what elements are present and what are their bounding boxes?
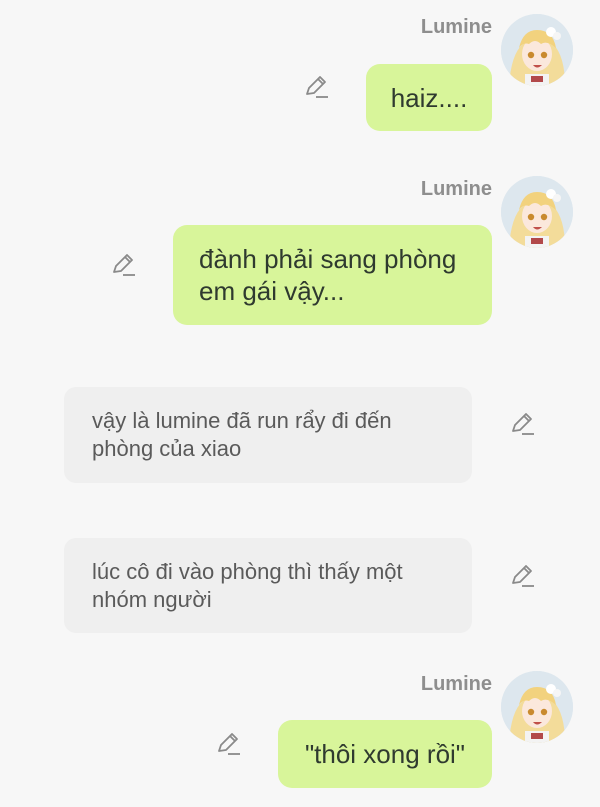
user-message-bubble: haiz....	[366, 64, 492, 131]
narration-bubble: lúc cô đi vào phòng thì thấy một nhóm ng…	[64, 538, 472, 633]
message-text: lúc cô đi vào phòng thì thấy một nhóm ng…	[92, 559, 403, 612]
lumine-avatar-image	[501, 176, 573, 248]
avatar[interactable]	[501, 671, 573, 743]
pencil-edit-icon[interactable]	[215, 731, 241, 757]
user-message-bubble: đành phải sang phòng em gái vậy...	[173, 225, 492, 325]
narration-bubble: vậy là lumine đã run rẩy đi đến phòng củ…	[64, 387, 472, 483]
pencil-edit-icon[interactable]	[303, 74, 329, 100]
lumine-avatar-image	[501, 14, 573, 86]
message-author: Lumine	[420, 16, 492, 38]
message-text: haiz....	[390, 83, 468, 113]
avatar[interactable]	[501, 14, 573, 86]
pencil-edit-icon[interactable]	[509, 563, 535, 589]
pencil-edit-icon[interactable]	[509, 411, 535, 437]
message-text: vậy là lumine đã run rẩy đi đến phòng củ…	[92, 408, 392, 461]
lumine-avatar-image	[501, 671, 573, 743]
message-text: "thôi xong rồi"	[304, 739, 466, 769]
message-text: đành phải sang phòng em gái vậy...	[199, 244, 457, 306]
message-author: Lumine	[420, 673, 492, 695]
chat-log: Lumine haiz.... Lumine đành phải sang ph…	[0, 0, 600, 807]
message-author: Lumine	[420, 178, 492, 200]
avatar[interactable]	[501, 176, 573, 248]
user-message-bubble: "thôi xong rồi"	[278, 720, 492, 788]
pencil-edit-icon[interactable]	[110, 252, 136, 278]
